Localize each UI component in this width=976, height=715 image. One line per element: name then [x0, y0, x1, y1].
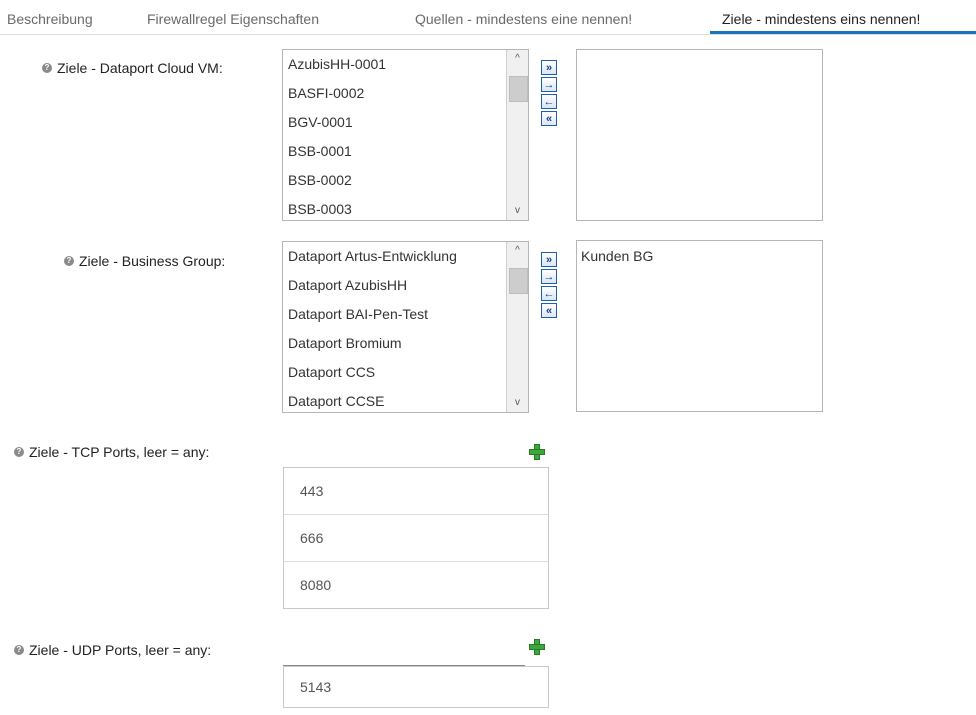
list-item[interactable]: BASFI-0002	[283, 79, 505, 108]
tcp-ports-label-text: Ziele - TCP Ports, leer = any:	[29, 444, 210, 460]
scroll-down-icon[interactable]: v	[507, 202, 528, 220]
cloud-vm-move-buttons: » → ← «	[541, 60, 559, 128]
list-item[interactable]: BSB-0001	[283, 137, 505, 166]
move-all-left-button[interactable]: «	[541, 303, 557, 318]
scroll-up-icon[interactable]: ^	[507, 242, 528, 260]
tab-quellen[interactable]: Quellen - mindestens eine nennen!	[415, 11, 632, 27]
help-icon[interactable]: ?	[64, 256, 74, 266]
tab-ziele[interactable]: Ziele - mindestens eins nennen!	[722, 11, 920, 27]
udp-port-input[interactable]	[283, 641, 525, 666]
list-item[interactable]: AzubisHH-0001	[283, 50, 505, 79]
move-right-button[interactable]: →	[541, 269, 557, 284]
help-icon[interactable]: ?	[14, 645, 24, 655]
business-group-label-text: Ziele - Business Group:	[79, 253, 226, 269]
add-udp-port-icon[interactable]	[529, 639, 545, 655]
business-group-label: ? Ziele - Business Group:	[64, 253, 225, 269]
tcp-port-input[interactable]	[283, 443, 525, 468]
tcp-port-list: 443 666 8080	[283, 467, 549, 609]
tab-beschreibung[interactable]: Beschreibung	[7, 11, 93, 27]
help-icon[interactable]: ?	[42, 63, 52, 73]
business-group-selected-list[interactable]: Kunden BG	[576, 240, 823, 412]
business-group-items: Dataport Artus-Entwicklung Dataport Azub…	[283, 242, 505, 412]
business-group-move-buttons: » → ← «	[541, 252, 559, 320]
cloud-vm-available-list[interactable]: AzubisHH-0001 BASFI-0002 BGV-0001 BSB-00…	[282, 49, 529, 221]
port-row[interactable]: 8080	[284, 562, 548, 608]
add-tcp-port-icon[interactable]	[529, 444, 545, 460]
tcp-ports-label: ? Ziele - TCP Ports, leer = any:	[14, 444, 209, 460]
list-item[interactable]: Dataport CCSE	[283, 387, 505, 412]
list-item[interactable]: BSB-0002	[283, 166, 505, 195]
scrollbar[interactable]: ^ v	[506, 50, 528, 220]
list-item[interactable]: Dataport BAI-Pen-Test	[283, 300, 505, 329]
list-item[interactable]: Kunden BG	[577, 241, 822, 264]
udp-port-list: 5143	[283, 666, 549, 708]
move-all-right-button[interactable]: »	[541, 252, 557, 267]
scrollbar[interactable]: ^ v	[506, 242, 528, 412]
scroll-down-icon[interactable]: v	[507, 394, 528, 412]
list-item[interactable]: Dataport Artus-Entwicklung	[283, 242, 505, 271]
cloud-vm-label-text: Ziele - Dataport Cloud VM:	[57, 60, 223, 76]
udp-ports-label: ? Ziele - UDP Ports, leer = any:	[14, 642, 211, 658]
udp-ports-label-text: Ziele - UDP Ports, leer = any:	[29, 642, 212, 658]
scroll-up-icon[interactable]: ^	[507, 50, 528, 68]
list-item[interactable]: BSB-0003	[283, 195, 505, 220]
list-item[interactable]: Dataport CCS	[283, 358, 505, 387]
move-all-left-button[interactable]: «	[541, 111, 557, 126]
list-item[interactable]: BGV-0001	[283, 108, 505, 137]
move-left-button[interactable]: ←	[541, 286, 557, 301]
port-row[interactable]: 666	[284, 515, 548, 562]
active-tab-indicator	[710, 31, 976, 34]
port-row[interactable]: 5143	[284, 667, 548, 707]
help-icon[interactable]: ?	[14, 447, 24, 457]
business-group-available-list[interactable]: Dataport Artus-Entwicklung Dataport Azub…	[282, 241, 529, 413]
list-item[interactable]: Dataport AzubisHH	[283, 271, 505, 300]
tab-firewallregel-eigenschaften[interactable]: Firewallregel Eigenschaften	[147, 11, 319, 27]
list-item[interactable]: Dataport Bromium	[283, 329, 505, 358]
move-right-button[interactable]: →	[541, 77, 557, 92]
scroll-thumb[interactable]	[509, 76, 528, 102]
cloud-vm-label: ? Ziele - Dataport Cloud VM:	[42, 60, 223, 76]
cloud-vm-items: AzubisHH-0001 BASFI-0002 BGV-0001 BSB-00…	[283, 50, 505, 220]
move-left-button[interactable]: ←	[541, 94, 557, 109]
port-row[interactable]: 443	[284, 468, 548, 515]
scroll-thumb[interactable]	[509, 268, 528, 294]
cloud-vm-selected-list[interactable]	[576, 49, 823, 221]
tab-bar: Beschreibung Firewallregel Eigenschaften…	[0, 0, 976, 35]
move-all-right-button[interactable]: »	[541, 60, 557, 75]
